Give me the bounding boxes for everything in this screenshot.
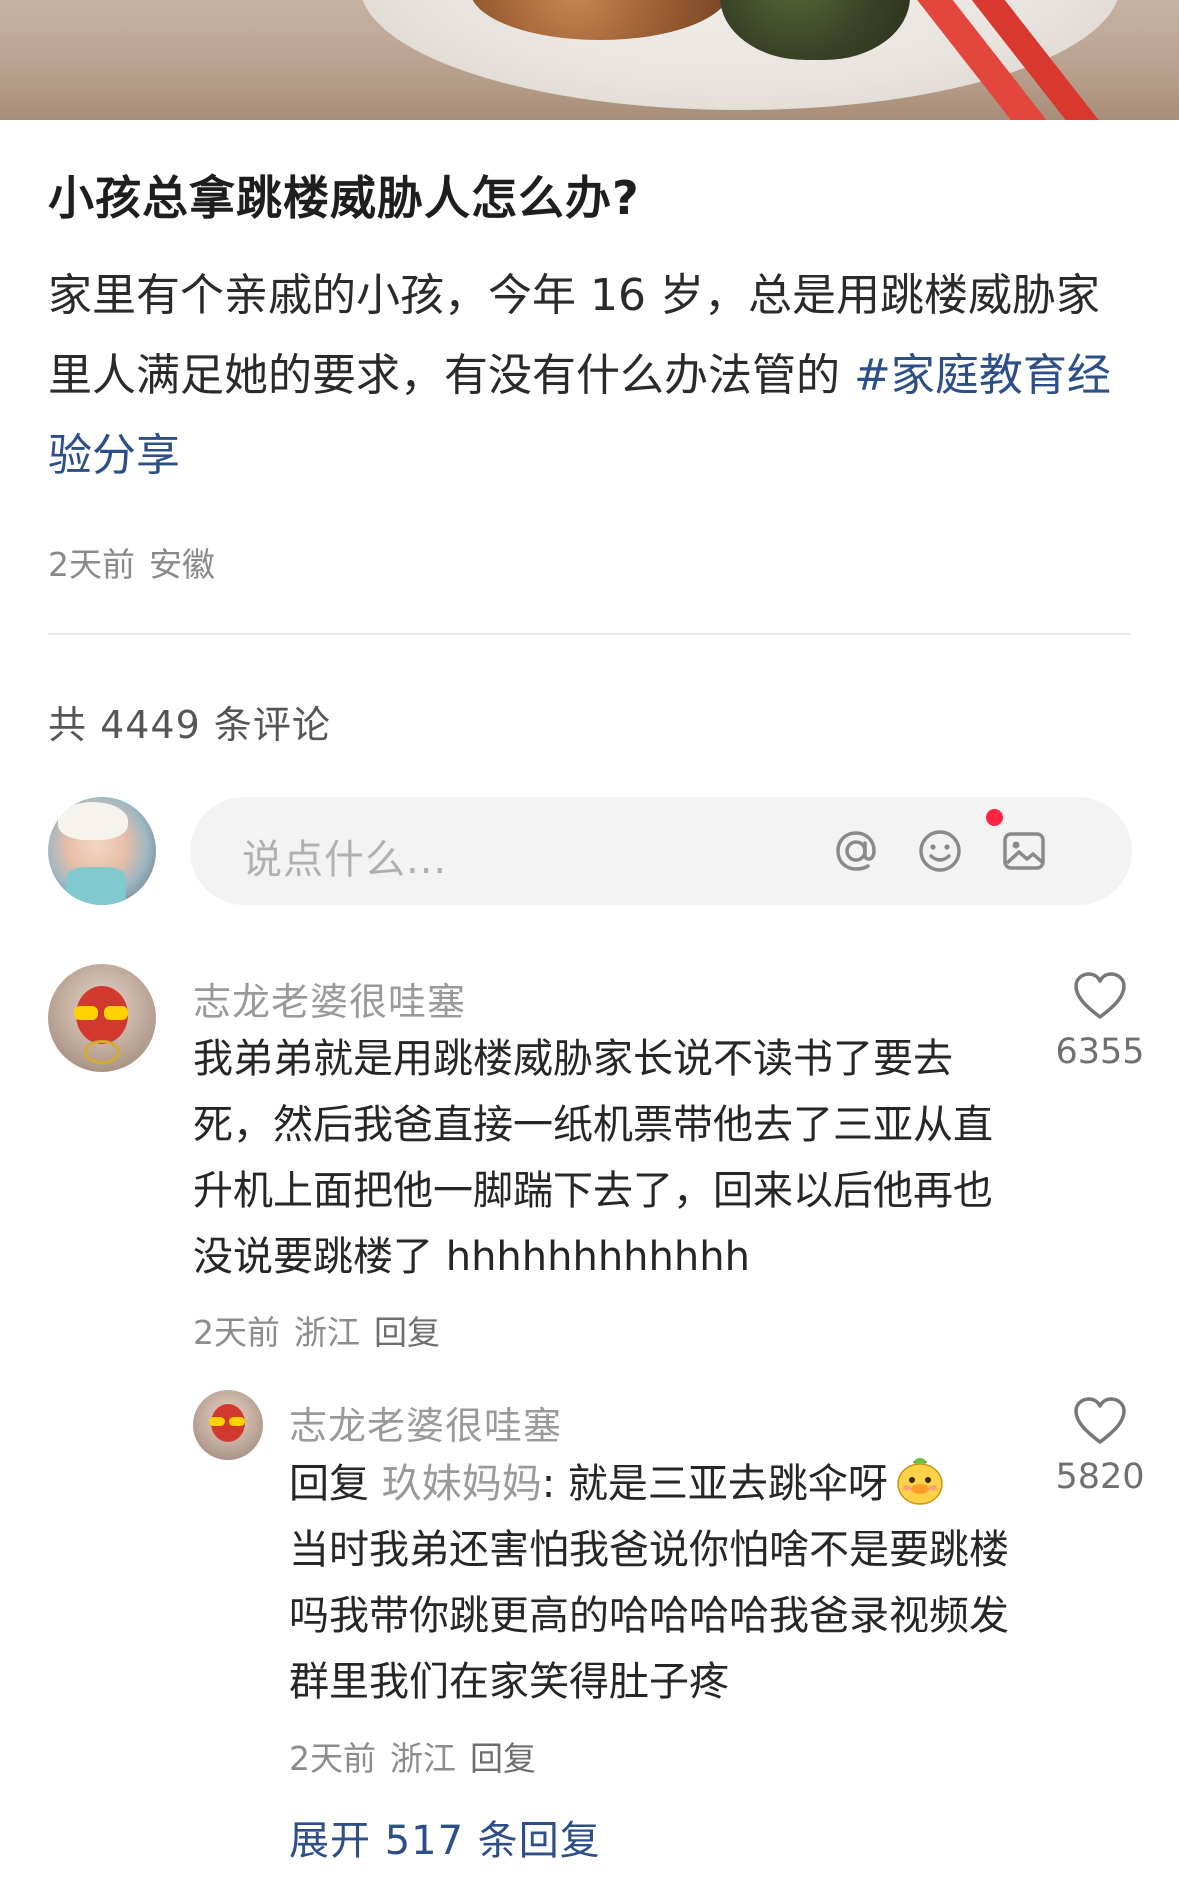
expand-replies-button[interactable]: 展开 517 条回复 — [289, 1808, 601, 1866]
avatar-hat-shape — [58, 802, 128, 840]
heart-icon — [1074, 1397, 1126, 1444]
like-button[interactable]: 6355 — [1040, 970, 1160, 1072]
duck-emoji-icon — [897, 1458, 943, 1505]
comment-input[interactable]: 说点什么... — [190, 797, 1132, 905]
at-icon[interactable] — [828, 823, 884, 879]
reply-time: 2天前 — [289, 1739, 376, 1778]
post-body: 家里有个亲戚的小孩，今年 16 岁，总是用跳楼威胁家里人满足她的要求，有没有什么… — [48, 256, 1138, 496]
post-title: 小孩总拿跳楼威胁人怎么办? — [48, 171, 640, 225]
like-count: 6355 — [1055, 1032, 1145, 1072]
reply-text-tail: 当时我弟还害怕我爸说你怕啥不是要跳楼吗我带你跳更高的哈哈哈哈我爸录视频发群里我们… — [289, 1527, 1009, 1705]
like-count: 5820 — [1055, 1457, 1145, 1497]
reply-avatar[interactable] — [193, 1390, 263, 1460]
post-location: 安徽 — [149, 545, 215, 584]
avatar-glasses-shape — [104, 1006, 128, 1020]
reply-author[interactable]: 志龙老婆很哇塞 — [289, 1395, 562, 1450]
avatar-glasses-shape — [229, 1417, 245, 1426]
comment-count: 共 4449 条评论 — [48, 703, 331, 747]
emoji-icon[interactable] — [912, 823, 968, 879]
avatar-glasses-shape — [74, 1006, 98, 1020]
comment-input-placeholder: 说点什么... — [242, 837, 448, 883]
comment-text: 我弟弟就是用跳楼威胁家长说不读书了要去死，然后我爸直接一纸机票带他去了三亚从直升… — [193, 1036, 993, 1280]
like-button[interactable]: 5820 — [1040, 1395, 1160, 1497]
reply-meta: 2天前 浙江 回复 — [289, 1732, 536, 1780]
comment-location: 浙江 — [294, 1313, 360, 1352]
reply-button[interactable]: 回复 — [374, 1313, 440, 1352]
reply-button[interactable]: 回复 — [470, 1739, 536, 1778]
my-avatar[interactable] — [48, 797, 156, 905]
reply-text-head: : 就是三亚去跳伞呀 — [541, 1461, 888, 1507]
comment-author[interactable]: 志龙老婆很哇塞 — [193, 971, 466, 1026]
comment-time: 2天前 — [193, 1313, 280, 1352]
avatar-glasses-shape — [209, 1417, 225, 1426]
post-time: 2天前 — [48, 545, 135, 584]
reply-text: 回复 玖妹妈妈: 就是三亚去跳伞呀 当时我弟还害怕我爸说你怕啥不是要跳楼吗我带你… — [289, 1451, 1029, 1715]
post-meta: 2天前 安徽 — [48, 538, 215, 586]
comment-meta: 2天前 浙江 回复 — [193, 1306, 440, 1354]
heart-icon — [1074, 972, 1126, 1019]
reply-mention[interactable]: 玖妹妈妈 — [382, 1461, 542, 1507]
avatar-shirt-shape — [66, 867, 126, 905]
reply-prefix: 回复 — [289, 1461, 382, 1507]
image-icon[interactable] — [996, 823, 1052, 879]
commenter-avatar[interactable] — [48, 964, 156, 1072]
divider — [48, 633, 1131, 635]
reply-location: 浙江 — [390, 1739, 456, 1778]
avatar-chain-shape — [84, 1040, 120, 1064]
post-image[interactable] — [0, 0, 1179, 120]
